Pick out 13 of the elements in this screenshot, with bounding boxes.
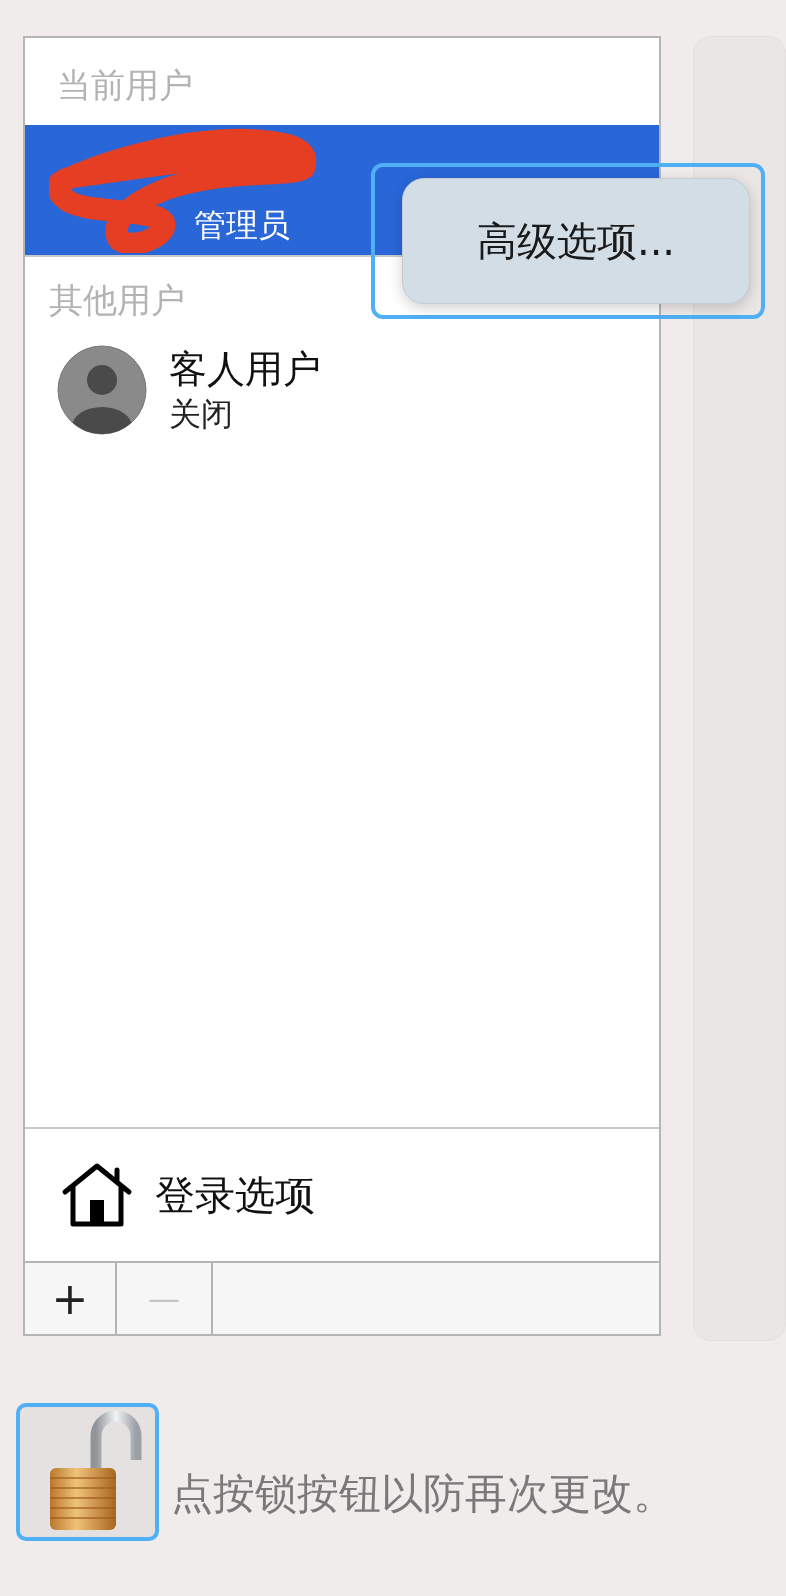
house-icon bbox=[61, 1162, 133, 1228]
user-name: 客人用户 bbox=[169, 346, 321, 393]
section-header: 当前用户 bbox=[56, 64, 194, 107]
login-options-label: 登录选项 bbox=[155, 1171, 315, 1220]
section-header: 其他用户 bbox=[48, 279, 186, 322]
user-status: 关闭 bbox=[169, 394, 234, 435]
user-avatar-icon bbox=[57, 345, 147, 435]
lock-button[interactable] bbox=[16, 1403, 159, 1541]
lock-message: 点按锁按钮以防再次更改。 bbox=[171, 1468, 675, 1520]
login-options-item[interactable]: 登录选项 bbox=[25, 1129, 659, 1261]
user-role: 管理员 bbox=[194, 205, 290, 246]
add-button[interactable]: + bbox=[25, 1263, 117, 1334]
advanced-options-popup-menu[interactable]: 高级选项... bbox=[371, 163, 765, 319]
